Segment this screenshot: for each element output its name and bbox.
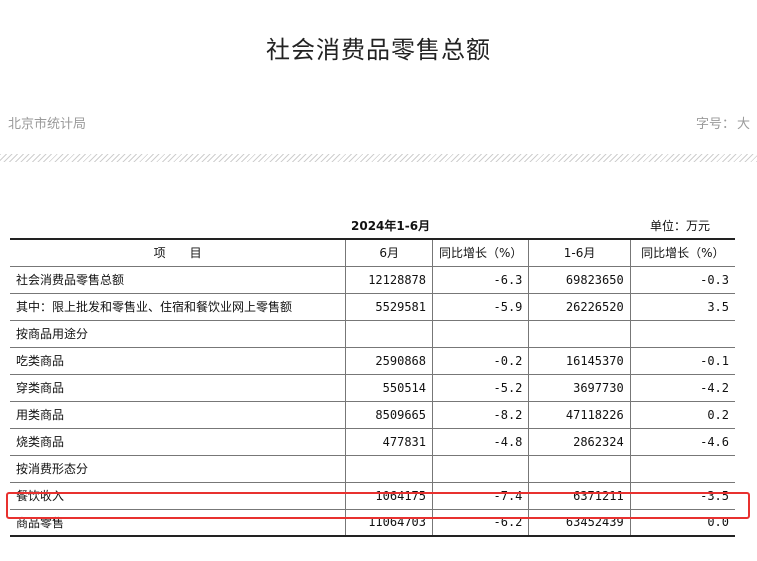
font-size-control: 字号：大	[694, 113, 750, 132]
row-label: 烧类商品	[10, 427, 347, 456]
june-growth-cell: -0.2	[431, 346, 530, 375]
table-row: 社会消费品零售总额 12128878 -6.3 69823650 -0.3	[10, 265, 735, 294]
row-label: 餐饮收入	[10, 481, 347, 510]
table-row: 商品零售 11064703 -6.2 63452439 0.0	[10, 508, 735, 537]
jan-june-value-cell: 16145370	[528, 346, 631, 375]
jan-june-value-cell: 2862324	[528, 427, 631, 456]
jan-june-value-cell: 3697730	[528, 373, 631, 402]
june-growth-cell: -8.2	[431, 400, 530, 429]
row-label: 其中：限上批发和零售业、住宿和餐饮业网上零售额	[10, 292, 347, 321]
column-header-item: 项 目	[10, 238, 347, 267]
source-label: 北京市统计局	[8, 117, 87, 132]
row-label: 吃类商品	[10, 346, 347, 375]
jan-june-growth-cell	[629, 319, 735, 348]
column-header-jan-june: 1-6月	[528, 238, 631, 267]
june-growth-cell	[431, 319, 530, 348]
column-header-june-growth: 同比增长（%）	[431, 238, 530, 267]
jan-june-growth-cell	[629, 454, 735, 483]
june-value-cell: 1064175	[345, 481, 433, 510]
june-value-cell	[345, 319, 433, 348]
table-row: 其中：限上批发和零售业、住宿和餐饮业网上零售额 5529581 -5.9 262265…	[10, 292, 735, 321]
jan-june-value-cell	[528, 319, 631, 348]
june-growth-cell: -4.8	[431, 427, 530, 456]
table-row: 按商品用途分	[10, 319, 735, 348]
jan-june-growth-cell: 3.5	[629, 292, 735, 321]
column-header-jan-june-growth: 同比增长（%）	[629, 238, 735, 267]
table-unit: 单位：万元	[650, 219, 711, 233]
june-value-cell: 550514	[345, 373, 433, 402]
row-label: 商品零售	[10, 508, 347, 537]
june-growth-cell: -7.4	[431, 481, 530, 510]
table-row: 按消费形态分	[10, 454, 735, 483]
june-growth-cell: -6.2	[431, 508, 530, 537]
column-header-june: 6月	[345, 238, 433, 267]
row-label: 社会消费品零售总额	[10, 265, 347, 294]
jan-june-growth-cell: -3.5	[629, 481, 735, 510]
article-meta: 北京市统计局 字号：大	[8, 113, 750, 132]
june-growth-cell: -6.3	[431, 265, 530, 294]
table-row: 烧类商品 477831 -4.8 2862324 -4.6	[10, 427, 735, 456]
jan-june-growth-cell: -4.2	[629, 373, 735, 402]
font-size-large-link[interactable]: 大	[737, 117, 750, 132]
jan-june-value-cell: 63452439	[528, 508, 631, 537]
jan-june-value-cell: 47118226	[528, 400, 631, 429]
table-row: 餐饮收入 1064175 -7.4 6371211 -3.5	[10, 481, 735, 510]
table-row: 用类商品 8509665 -8.2 47118226 0.2	[10, 400, 735, 429]
jan-june-growth-cell: 0.0	[629, 508, 735, 537]
jan-june-value-cell: 26226520	[528, 292, 631, 321]
retail-sales-table: 项 目 6月 同比增长（%） 1-6月 同比增长（%） 社会消费品零售总额 121…	[10, 238, 735, 537]
june-growth-cell: -5.9	[431, 292, 530, 321]
jan-june-value-cell	[528, 454, 631, 483]
jan-june-value-cell: 6371211	[528, 481, 631, 510]
jan-june-growth-cell: -4.6	[629, 427, 735, 456]
jan-june-growth-cell: -0.1	[629, 346, 735, 375]
june-value-cell: 477831	[345, 427, 433, 456]
june-value-cell	[345, 454, 433, 483]
june-value-cell: 5529581	[345, 292, 433, 321]
jan-june-growth-cell: 0.2	[629, 400, 735, 429]
jan-june-value-cell: 69823650	[528, 265, 631, 294]
divider	[0, 154, 757, 162]
row-label: 用类商品	[10, 400, 347, 429]
june-value-cell: 8509665	[345, 400, 433, 429]
row-label: 按消费形态分	[10, 454, 347, 483]
june-growth-cell: -5.2	[431, 373, 530, 402]
june-value-cell: 2590868	[345, 346, 433, 375]
table-header-row: 项 目 6月 同比增长（%） 1-6月 同比增长（%）	[10, 238, 735, 267]
page-title: 社会消费品零售总额	[266, 36, 491, 64]
table-row: 穿类商品 550514 -5.2 3697730 -4.2	[10, 373, 735, 402]
jan-june-growth-cell: -0.3	[629, 265, 735, 294]
table-period: 2024年1-6月	[351, 219, 431, 233]
row-label: 按商品用途分	[10, 319, 347, 348]
june-value-cell: 12128878	[345, 265, 433, 294]
june-value-cell: 11064703	[345, 508, 433, 537]
june-growth-cell	[431, 454, 530, 483]
table-row: 吃类商品 2590868 -0.2 16145370 -0.1	[10, 346, 735, 375]
row-label: 穿类商品	[10, 373, 347, 402]
font-size-label: 字号：	[695, 117, 735, 132]
